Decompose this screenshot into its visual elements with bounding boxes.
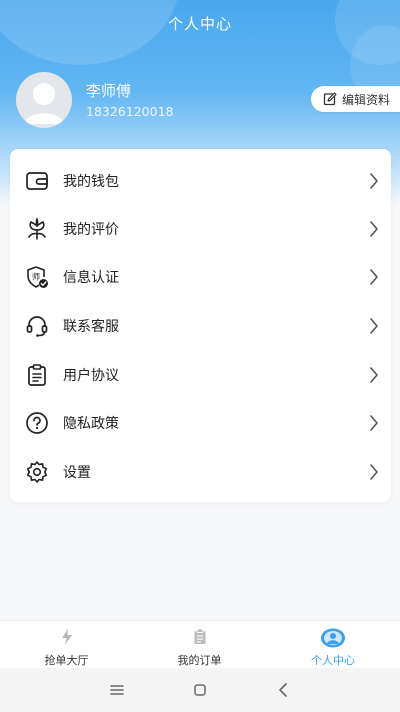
- menu-item-privacy-policy[interactable]: 隐私政策: [10, 399, 391, 447]
- avatar[interactable]: [16, 72, 72, 128]
- tab-profile[interactable]: 个人中心: [266, 621, 400, 669]
- clipboard-icon: [28, 364, 46, 386]
- tab-my-orders[interactable]: 我的订单: [133, 621, 266, 669]
- menu-item-label: 我的评价: [63, 222, 119, 238]
- menu-card: 我的钱包 我的评价 师 信息认证 联系客服 用户协议 隐私政策 设置: [10, 149, 391, 502]
- home-square-icon[interactable]: [188, 678, 212, 702]
- system-navigation-bar: [0, 668, 400, 712]
- chevron-right-icon: [370, 173, 378, 189]
- menu-item-label: 设置: [63, 465, 91, 481]
- back-arrow-icon[interactable]: [272, 678, 296, 702]
- wallet-icon: [26, 172, 48, 190]
- certification-shield-icon: 师: [27, 266, 48, 288]
- chevron-right-icon: [370, 221, 378, 237]
- chevron-right-icon: [370, 415, 378, 431]
- menu-item-certification[interactable]: 师 信息认证: [10, 253, 391, 301]
- edit-profile-label: 编辑资料: [341, 92, 390, 107]
- lightning-icon: [61, 629, 72, 645]
- menu-item-label: 用户协议: [63, 368, 119, 384]
- menu-item-settings[interactable]: 设置: [10, 448, 391, 496]
- user-phone: 18326120018: [86, 104, 174, 119]
- order-list-icon: [194, 628, 205, 644]
- bottom-tab-bar: 抢单大厅 我的订单 个人中心: [0, 620, 400, 669]
- cert-badge-text: 师: [32, 272, 40, 282]
- chevron-right-icon: [370, 367, 378, 383]
- menu-item-label: 信息认证: [63, 270, 119, 286]
- edit-icon: [323, 92, 337, 106]
- question-circle-icon: [26, 412, 48, 434]
- user-name: 李师傅: [86, 82, 132, 100]
- profile-icon: [321, 628, 345, 648]
- menu-item-label: 我的钱包: [63, 174, 119, 190]
- menu-item-wallet[interactable]: 我的钱包: [10, 157, 391, 205]
- gear-icon: [26, 461, 48, 483]
- flower-icon: [28, 217, 46, 240]
- menu-lines-icon[interactable]: [105, 678, 129, 702]
- tab-label: 个人中心: [311, 654, 355, 667]
- menu-item-label: 联系客服: [63, 319, 119, 335]
- edit-profile-button[interactable]: 编辑资料: [310, 86, 400, 112]
- chevron-right-icon: [370, 464, 378, 480]
- headset-icon: [26, 316, 48, 337]
- tab-label: 抢单大厅: [44, 654, 89, 667]
- tab-label: 我的订单: [177, 654, 222, 667]
- tab-order-hall[interactable]: 抢单大厅: [0, 621, 133, 669]
- default-avatar-icon: [24, 83, 64, 124]
- chevron-right-icon: [370, 269, 378, 285]
- chevron-right-icon: [370, 318, 378, 334]
- menu-item-user-agreement[interactable]: 用户协议: [10, 351, 391, 399]
- menu-item-reviews[interactable]: 我的评价: [10, 205, 391, 253]
- menu-item-label: 隐私政策: [63, 416, 119, 432]
- menu-item-customer-service[interactable]: 联系客服: [10, 302, 391, 350]
- page-title: 个人中心: [167, 15, 232, 33]
